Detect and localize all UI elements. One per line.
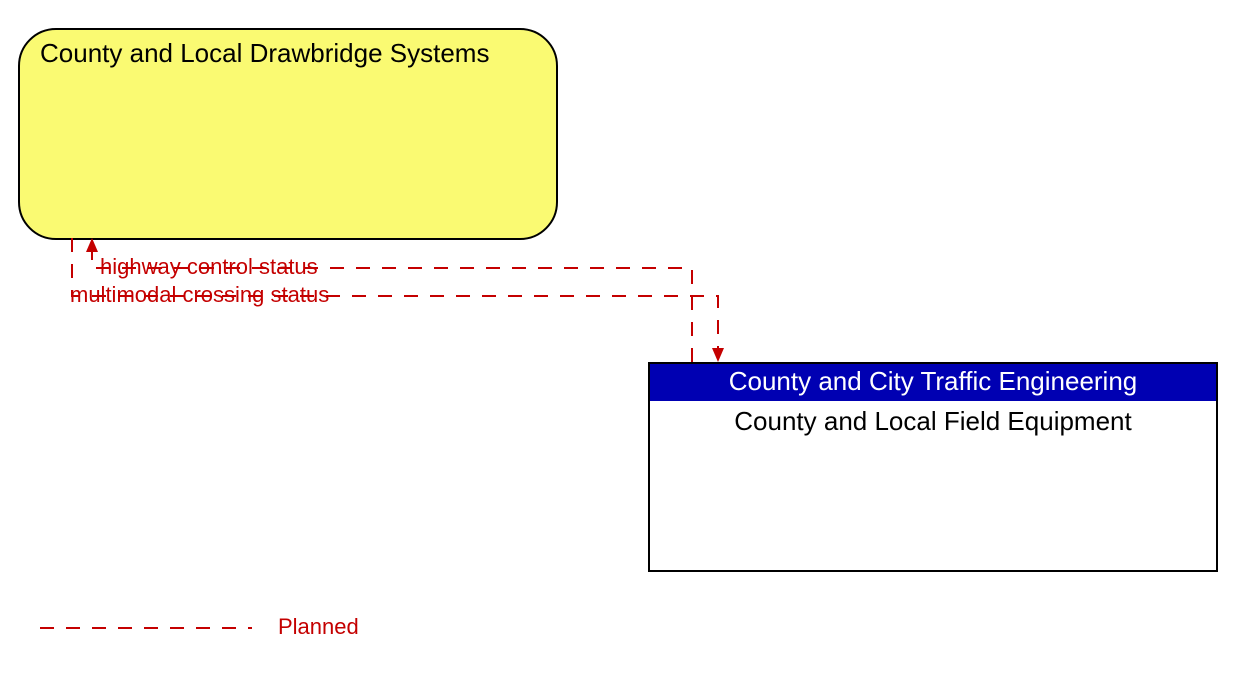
flow1-arrowhead xyxy=(86,238,98,252)
source-node-title: County and Local Drawbridge Systems xyxy=(20,30,556,69)
target-node-header: County and City Traffic Engineering xyxy=(650,364,1216,401)
flow2-arrowhead xyxy=(712,348,724,362)
target-node-body: County and Local Field Equipment xyxy=(650,401,1216,442)
flow1-label: highway control status xyxy=(100,254,318,280)
source-node: County and Local Drawbridge Systems xyxy=(18,28,558,240)
target-node: County and City Traffic Engineering Coun… xyxy=(648,362,1218,572)
flow2-label: multimodal crossing status xyxy=(70,282,329,308)
legend-planned-label: Planned xyxy=(278,614,359,640)
